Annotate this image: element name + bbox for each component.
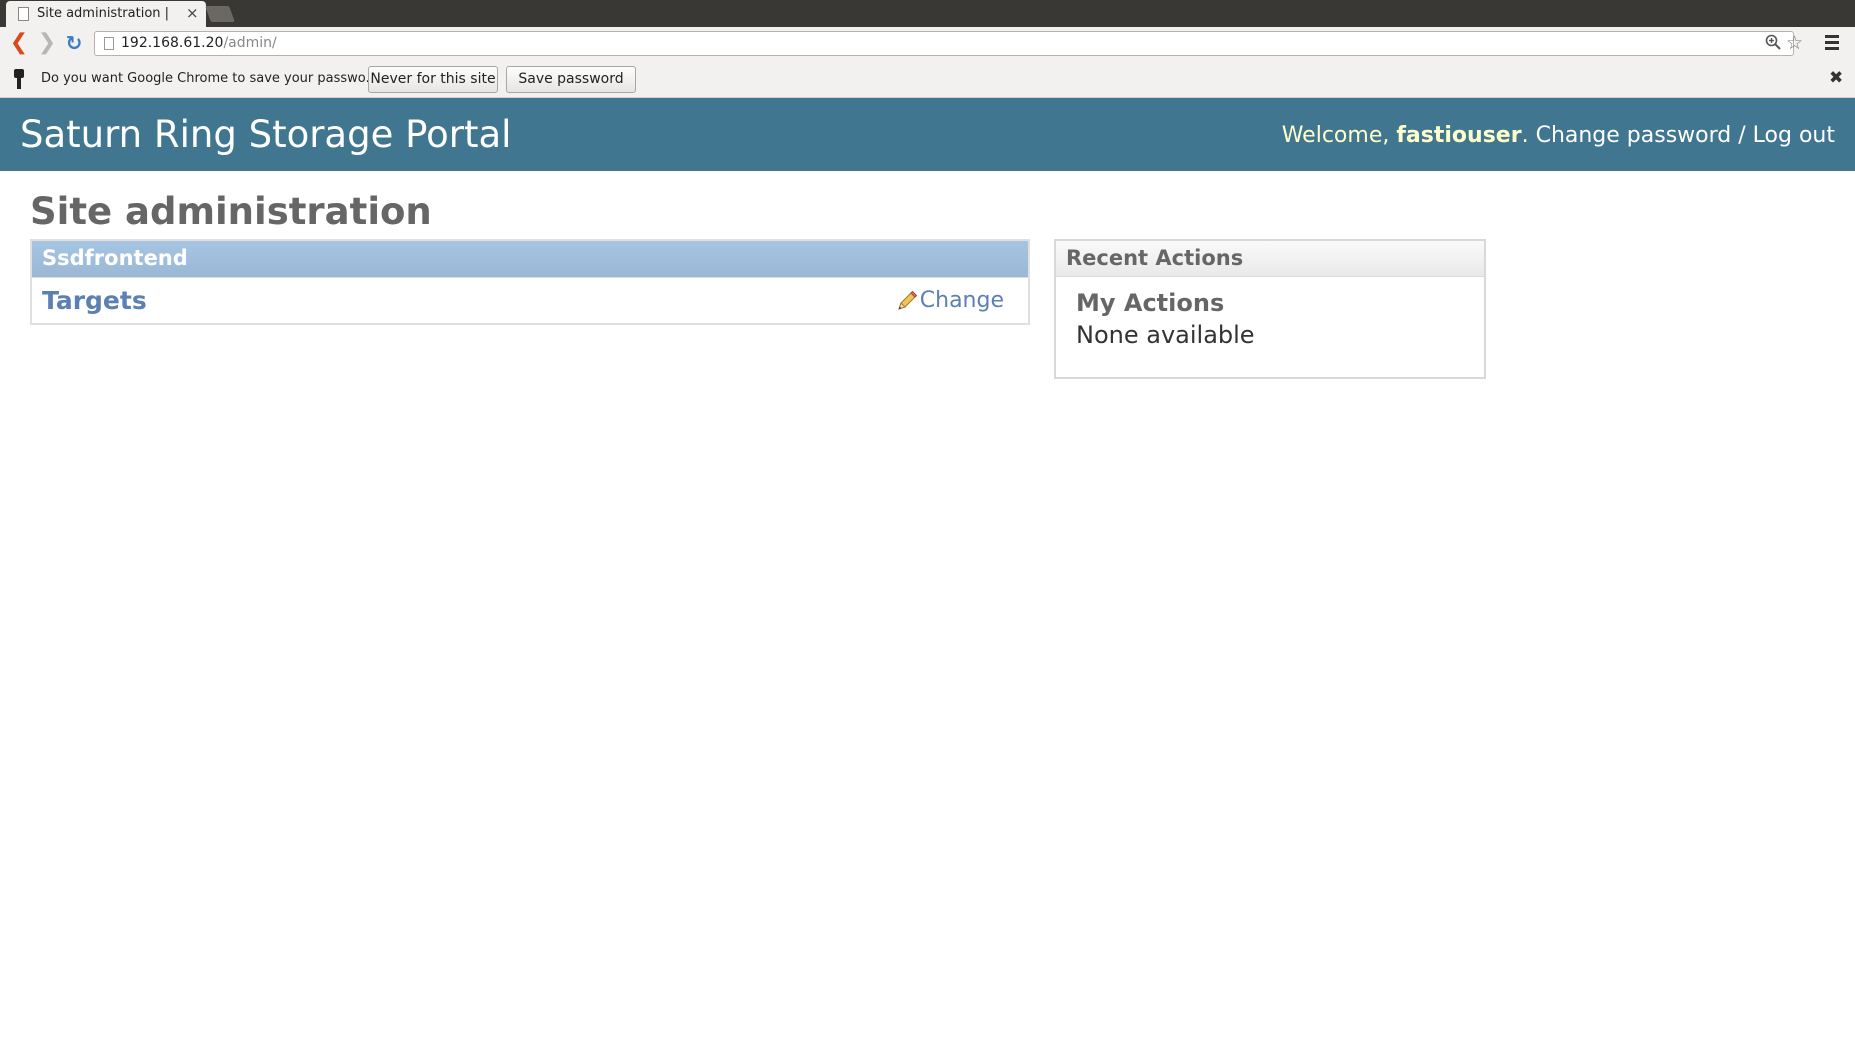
change-password-link[interactable]: Change password <box>1536 123 1732 148</box>
reload-icon[interactable]: ↻ <box>63 31 85 55</box>
save-password-button[interactable]: Save password <box>506 66 636 93</box>
browser-toolbar: ❮ ❯ ↻ 192.168.61.20/admin/ ☆ <box>0 27 1855 60</box>
site-branding: Saturn Ring Storage Portal <box>20 113 512 156</box>
page-title: Site administration <box>30 190 432 233</box>
change-link[interactable]: Change <box>896 288 1004 313</box>
app-module-ssdfrontend: Ssdfrontend Targets Change <box>30 239 1030 325</box>
model-link-targets[interactable]: Targets <box>42 286 147 315</box>
username: fastiouser <box>1396 123 1522 148</box>
page-icon <box>18 7 29 21</box>
new-tab-button[interactable] <box>205 6 235 22</box>
tab-close-icon[interactable]: × <box>186 4 199 22</box>
site-header: Saturn Ring Storage Portal Welcome, fast… <box>0 98 1855 171</box>
model-row: Targets Change <box>32 277 1028 323</box>
hamburger-menu-icon[interactable] <box>1822 33 1842 53</box>
password-infobar: Do you want Google Chrome to save your p… <box>0 60 1855 98</box>
empty-actions-text: None available <box>1076 321 1255 349</box>
change-link-label: Change <box>919 288 1004 313</box>
welcome-text: Welcome, <box>1281 123 1390 148</box>
address-bar[interactable]: 192.168.61.20/admin/ ☆ <box>94 31 1803 56</box>
page-icon <box>104 37 114 50</box>
url-host: 192.168.61.20 <box>121 35 224 51</box>
key-icon <box>14 69 24 91</box>
browser-tab[interactable]: Site administration | × <box>6 1 206 27</box>
recent-actions-module: Recent Actions My Actions None available <box>1054 239 1486 379</box>
infobar-close-icon[interactable]: ✖ <box>1829 68 1843 88</box>
forward-arrow-icon[interactable]: ❯ <box>36 31 58 55</box>
never-for-this-site-button[interactable]: Never for this site <box>368 66 498 93</box>
recent-actions-body: My Actions None available <box>1056 277 1484 359</box>
back-arrow-icon[interactable]: ❮ <box>8 31 30 55</box>
user-tools-separator: / <box>1738 123 1746 148</box>
save-password-prompt: Do you want Google Chrome to save your p… <box>41 71 378 86</box>
tab-title: Site administration | <box>37 6 170 21</box>
zoom-icon[interactable] <box>1765 34 1781 54</box>
url-text[interactable]: 192.168.61.20/admin/ <box>121 35 277 51</box>
log-out-link[interactable]: Log out <box>1753 123 1835 148</box>
url-path: /admin/ <box>223 35 277 51</box>
welcome-period: . <box>1521 123 1529 148</box>
recent-actions-caption: Recent Actions <box>1056 241 1484 277</box>
my-actions-heading: My Actions <box>1076 289 1225 317</box>
bookmark-star-icon[interactable]: ☆ <box>1786 32 1803 54</box>
pencil-icon <box>897 290 917 310</box>
user-tools: Welcome, fastiouser. Change password / L… <box>1282 123 1835 148</box>
app-caption-link[interactable]: Ssdfrontend <box>32 241 1028 277</box>
browser-tabstrip: Site administration | × <box>0 0 1855 27</box>
